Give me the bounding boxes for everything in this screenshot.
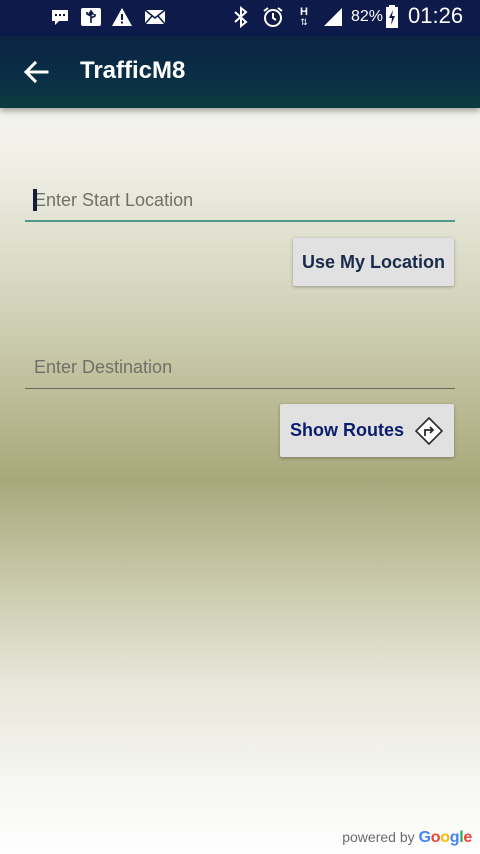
- app-title: TrafficM8: [80, 57, 186, 84]
- clock: 01:26: [408, 3, 464, 28]
- start-location-input[interactable]: [25, 180, 455, 220]
- text-cursor: [33, 189, 37, 211]
- signal-icon: [322, 6, 344, 28]
- email-icon: [144, 6, 166, 28]
- directions-icon: [414, 416, 444, 446]
- google-logo: Google: [418, 829, 473, 846]
- usb-icon: [80, 6, 102, 28]
- app-bar: TrafficM8: [0, 36, 480, 108]
- use-my-location-button[interactable]: Use My Location: [293, 238, 454, 286]
- powered-by-google: powered by Google: [342, 829, 472, 847]
- arrow-back-icon: [23, 61, 49, 83]
- destination-field[interactable]: [25, 347, 455, 389]
- bluetooth-icon: [232, 6, 250, 28]
- battery-charging-icon: [385, 5, 399, 28]
- back-button[interactable]: [20, 58, 52, 86]
- status-bar: H ⇅ 82% 01:26: [0, 0, 480, 36]
- battery-percent: 82%: [351, 8, 384, 25]
- show-routes-button[interactable]: Show Routes: [280, 404, 454, 457]
- start-location-field[interactable]: [25, 180, 455, 222]
- destination-underline: [25, 388, 455, 389]
- start-location-underline: [25, 220, 455, 222]
- powered-by-label: powered by: [342, 829, 415, 845]
- destination-input[interactable]: [25, 347, 455, 387]
- warning-icon: [111, 6, 133, 28]
- messenger-icon: [50, 6, 70, 28]
- network-h-icon: H ⇅: [300, 6, 308, 28]
- alarm-icon: [262, 6, 284, 28]
- show-routes-label: Show Routes: [289, 420, 404, 440]
